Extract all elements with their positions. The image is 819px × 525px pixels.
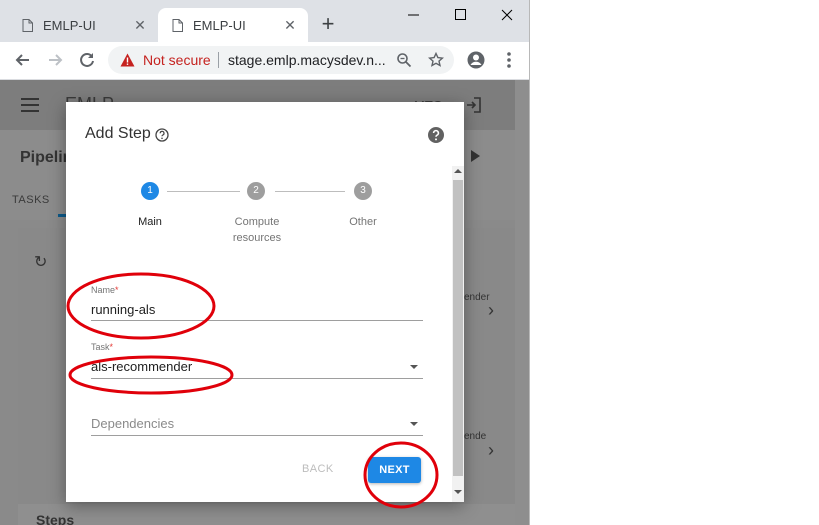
browser-tab-1[interactable]: EMLP-UI ✕: [0, 8, 158, 42]
close-tab-icon[interactable]: ✕: [282, 17, 298, 33]
page-icon: [22, 18, 33, 32]
minimize-icon[interactable]: [398, 4, 430, 26]
security-label[interactable]: Not secure: [143, 52, 211, 68]
close-window-icon[interactable]: [491, 4, 523, 26]
logout-icon[interactable]: [466, 97, 482, 113]
step-3-circle[interactable]: 3: [354, 182, 372, 200]
bookmark-star-icon[interactable]: [428, 52, 444, 68]
background-text: ende: [464, 431, 487, 442]
reload-icon[interactable]: [76, 49, 98, 71]
maximize-icon[interactable]: [445, 4, 477, 26]
dialog-scroll-thumb[interactable]: [453, 180, 463, 476]
account-icon[interactable]: [465, 49, 487, 71]
step-2-circle[interactable]: 2: [247, 182, 265, 200]
zoom-icon[interactable]: [396, 52, 412, 68]
tab-title: EMLP-UI: [193, 17, 246, 33]
task-field-label: Task*: [91, 342, 114, 352]
help-outline-icon[interactable]: [155, 128, 169, 142]
new-tab-icon[interactable]: +: [316, 12, 340, 36]
chevron-right-icon[interactable]: ›: [488, 300, 494, 321]
browser-window: EMLP-UI ✕ EMLP-UI ✕ + Not secure stage.e…: [0, 0, 530, 525]
tab-title: EMLP-UI: [43, 17, 96, 33]
steps-card: [18, 504, 515, 525]
step-2-label[interactable]: Compute resources: [217, 214, 297, 246]
name-input[interactable]: running-als: [91, 302, 155, 317]
tab-tasks[interactable]: TASKS: [12, 194, 50, 206]
warning-icon[interactable]: [120, 53, 135, 67]
url-text[interactable]: stage.emlp.macysdev.n...: [228, 52, 386, 68]
divider: [218, 52, 219, 68]
help-icon[interactable]: [427, 126, 445, 144]
tab-strip: EMLP-UI ✕ EMLP-UI ✕ +: [0, 0, 529, 42]
next-button[interactable]: NEXT: [368, 457, 421, 483]
back-arrow-icon[interactable]: [12, 49, 34, 71]
dropdown-arrow-icon[interactable]: [410, 422, 418, 426]
page-icon: [172, 18, 183, 32]
name-input-underline: [91, 320, 423, 321]
forward-arrow-icon[interactable]: [44, 49, 66, 71]
dependencies-select-underline: [91, 435, 423, 436]
scroll-up-arrow-icon[interactable]: [454, 169, 462, 173]
refresh-icon[interactable]: ↻: [34, 252, 47, 272]
name-field-label: Name*: [91, 285, 119, 295]
empty-area: [530, 0, 819, 525]
step-3-label[interactable]: Other: [323, 214, 403, 230]
address-bar[interactable]: Not secure stage.emlp.macysdev.n...: [108, 46, 454, 74]
step-1-circle[interactable]: 1: [141, 182, 159, 200]
play-icon[interactable]: [471, 150, 480, 162]
scroll-down-arrow-icon[interactable]: [454, 490, 462, 494]
pipeline-title: Pipelin: [20, 149, 73, 166]
chevron-right-icon[interactable]: ›: [488, 440, 494, 461]
browser-toolbar: Not secure stage.emlp.macysdev.n...: [0, 42, 529, 80]
dropdown-arrow-icon[interactable]: [410, 365, 418, 369]
steps-title: Steps: [36, 512, 75, 525]
stepper-connector: [167, 191, 240, 192]
more-menu-icon[interactable]: [498, 49, 520, 71]
background-text: ender: [464, 292, 490, 303]
step-1-label[interactable]: Main: [110, 214, 190, 230]
hamburger-menu-icon[interactable]: [21, 98, 39, 112]
close-tab-icon[interactable]: ✕: [132, 17, 148, 33]
task-select-underline: [91, 378, 423, 379]
task-select[interactable]: als-recommender: [91, 359, 192, 374]
stepper-connector: [275, 191, 345, 192]
dependencies-select[interactable]: Dependencies: [91, 416, 174, 431]
dialog-title: Add Step: [85, 125, 151, 142]
page-scrollbar[interactable]: [515, 80, 529, 525]
add-step-dialog: Add Step 1 2 3 Main Compute resources Ot…: [66, 102, 464, 502]
browser-tab-2[interactable]: EMLP-UI ✕: [158, 8, 308, 42]
back-button[interactable]: BACK: [302, 463, 334, 475]
